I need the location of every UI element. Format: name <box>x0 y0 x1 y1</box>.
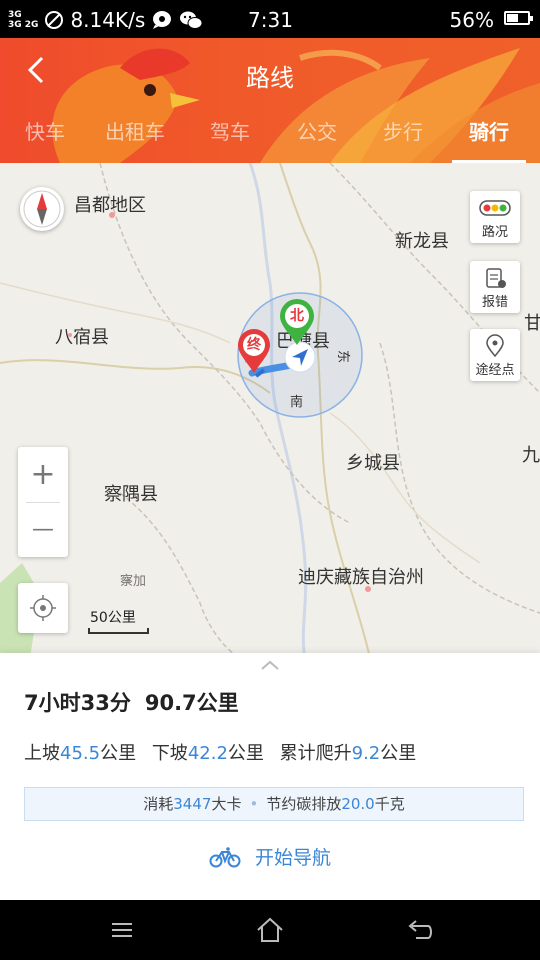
network-type-2: 3G 2G <box>8 20 39 30</box>
hamburger-menu-icon <box>112 923 132 937</box>
start-navigation-label: 开始导航 <box>255 847 332 869</box>
battery-percent: 56% <box>449 8 494 32</box>
route-distance: 90.7公里 <box>144 691 239 715</box>
compass-dir-south: 南 <box>290 395 304 410</box>
tab-label: 出租车 <box>105 120 165 144</box>
uphill-label: 上坡 <box>24 743 60 764</box>
climb-info: 累计爬升9.2公里 <box>280 743 417 764</box>
locate-button[interactable] <box>18 583 68 633</box>
carbon-prefix: 节约碳排放 <box>266 795 342 813</box>
map-terrain <box>0 163 540 658</box>
message-bubble-icon <box>153 11 172 29</box>
back-arrow-icon <box>408 920 432 939</box>
tab-label: 快车 <box>25 120 65 144</box>
calorie-carbon-banner: 消耗3447大卡 • 节约碳排放20.0千克 <box>24 787 524 821</box>
carbon-unit: 千克 <box>374 795 405 813</box>
map-label-xiangcheng: 乡城县 <box>346 453 400 474</box>
uphill-unit: 公里 <box>100 743 137 764</box>
climb-value: 9.2 <box>351 743 381 764</box>
tab-drive[interactable]: 驾车 <box>185 116 275 163</box>
report-document-icon <box>486 268 506 288</box>
battery-icon <box>504 11 533 25</box>
home-button[interactable] <box>240 914 300 946</box>
route-info-panel: 7小时33分 90.7公里 上坡45.5公里 下坡42.2公里 累计爬升9.2公里… <box>0 653 540 900</box>
climb-label: 累计爬升 <box>279 743 352 764</box>
clock: 7:31 <box>248 8 293 32</box>
downhill-info: 下坡42.2公里 <box>152 743 264 764</box>
climb-unit: 公里 <box>380 743 417 764</box>
scale-label: 50公里 <box>90 610 136 626</box>
zoom-in-button[interactable]: + <box>18 447 68 502</box>
route-duration: 7小时33分 <box>24 691 131 715</box>
end-marker-label: 终 <box>247 337 261 353</box>
network-speed: 8.14K/s <box>70 8 146 32</box>
map-label-changdu: 昌都地区 <box>74 195 146 216</box>
route-summary: 7小时33分 90.7公里 <box>24 687 253 717</box>
compass-button[interactable] <box>20 187 64 231</box>
calorie-prefix: 消耗 <box>143 795 174 813</box>
calorie-value: 3447 <box>173 795 212 813</box>
zoom-control: + — <box>18 447 68 557</box>
map-label-diqing: 迪庆藏族自治州 <box>298 567 424 588</box>
elevation-info: 上坡45.5公里 下坡42.2公里 累计爬升9.2公里 <box>24 739 426 765</box>
tab-label: 骑行 <box>469 120 509 144</box>
bicycle-icon <box>209 846 241 867</box>
map-label-chayu: 察隅县 <box>104 484 158 505</box>
separator-dot: • <box>249 795 259 813</box>
home-icon <box>257 917 283 942</box>
start-marker-label: 北 <box>290 308 304 324</box>
map-label-edge-southeast: 九 <box>522 445 540 466</box>
map-label-xinlong: 新龙县 <box>395 231 449 252</box>
tab-cycle[interactable]: 骑行 <box>444 116 534 163</box>
compass-dir-east: 东 <box>335 349 351 364</box>
traffic-button[interactable]: 路况 <box>470 191 520 243</box>
report-error-button[interactable]: 报错 <box>470 261 520 313</box>
network-type-1: 3G <box>8 10 22 20</box>
map-label-town: 察加 <box>120 574 147 589</box>
status-bar: 3G 3G 2G 8.14K/s 7:31 56% <box>0 0 540 38</box>
zoom-out-button[interactable]: — <box>18 502 68 557</box>
page-title: 路线 <box>246 64 294 92</box>
start-marker[interactable]: 北 <box>278 297 316 347</box>
map-label-edge-east: 甘 <box>524 313 540 334</box>
map-label-basu: 八宿县 <box>55 327 109 348</box>
network-indicator: 3G 3G 2G <box>8 10 38 30</box>
downhill-label: 下坡 <box>151 743 188 764</box>
traffic-light-icon <box>479 200 511 216</box>
status-left: 3G 3G 2G 8.14K/s <box>8 8 203 32</box>
system-back-button[interactable] <box>390 914 450 946</box>
downhill-value: 42.2 <box>187 743 228 764</box>
location-pin-icon <box>486 334 504 358</box>
start-navigation-button[interactable]: 开始导航 <box>0 843 540 883</box>
downhill-unit: 公里 <box>227 743 264 764</box>
wechat-icon <box>180 11 203 29</box>
tab-label: 步行 <box>383 120 423 144</box>
tab-taxi[interactable]: 出租车 <box>90 116 180 163</box>
tab-walk[interactable]: 步行 <box>358 116 448 163</box>
crosshair-icon <box>30 595 56 621</box>
waypoint-label: 途经点 <box>475 363 515 378</box>
battery-fill <box>507 14 519 22</box>
menu-button[interactable] <box>92 914 152 946</box>
system-nav-bar <box>0 900 540 960</box>
transport-tabs: 快车 出租车 驾车 公交 步行 骑行 <box>0 116 540 163</box>
compass-icon <box>23 190 61 228</box>
traffic-label: 路况 <box>481 225 508 240</box>
tab-label: 公交 <box>297 120 337 144</box>
uphill-value: 45.5 <box>60 743 101 764</box>
scale-bar <box>88 628 149 634</box>
report-label: 报错 <box>481 295 508 310</box>
route-header: 路线 快车 出租车 驾车 公交 步行 骑行 <box>0 38 540 163</box>
no-sim-icon <box>45 11 64 29</box>
uphill-info: 上坡45.5公里 <box>24 743 136 764</box>
carbon-value: 20.0 <box>341 795 375 813</box>
end-marker[interactable]: 终 <box>236 327 272 375</box>
calorie-unit: 大卡 <box>211 795 242 813</box>
chevron-up-icon[interactable] <box>258 659 282 671</box>
tab-express[interactable]: 快车 <box>0 116 90 163</box>
tab-transit[interactable]: 公交 <box>272 116 362 163</box>
waypoint-button[interactable]: 途经点 <box>470 329 520 381</box>
map-view[interactable]: 昌都地区 新龙县 八宿县 巴塘县 乡城县 察隅县 迪庆藏族自治州 察加 甘 九 … <box>0 163 540 658</box>
tab-label: 驾车 <box>210 120 250 144</box>
